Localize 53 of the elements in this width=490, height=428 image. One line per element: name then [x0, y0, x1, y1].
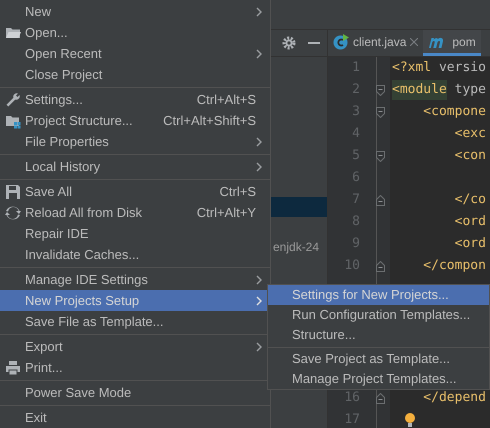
- menu-item[interactable]: Repair IDE: [0, 223, 270, 244]
- menu-item[interactable]: Local History: [0, 156, 270, 177]
- menu-item[interactable]: Invalidate Caches...: [0, 244, 270, 265]
- shortcut-label: Ctrl+Alt+S: [196, 90, 256, 109]
- code-text: </compon: [422, 257, 486, 276]
- settings-icon[interactable]: [282, 36, 296, 50]
- code-text: </co: [454, 191, 486, 210]
- code-text: <?xml: [392, 59, 432, 78]
- shortcut-label: Ctrl+S: [220, 182, 256, 201]
- menu-item[interactable]: Manage Project Templates...: [268, 369, 489, 389]
- code-text: <ord: [454, 235, 486, 254]
- lightbulb-icon[interactable]: [404, 413, 416, 427]
- menu-item[interactable]: Power Save Mode: [0, 382, 270, 403]
- code-text: <con: [454, 147, 486, 166]
- code-text: type: [454, 81, 486, 100]
- editor-tab[interactable]: client.java: [328, 30, 424, 56]
- fold-marker-icon[interactable]: [376, 84, 384, 96]
- fold-marker-icon[interactable]: [376, 150, 384, 162]
- tree-item-text: enjdk-24: [273, 239, 320, 256]
- menu-item[interactable]: Structure...: [268, 325, 489, 345]
- printer-icon: [4, 360, 20, 376]
- menu-item[interactable]: New: [0, 1, 270, 22]
- menu-item[interactable]: Run Configuration Templates...: [268, 305, 489, 325]
- shortcut-label: Ctrl+Alt+Y: [196, 204, 256, 222]
- menu-item[interactable]: Save Project as Template...: [268, 349, 489, 369]
- fold-marker-icon[interactable]: [376, 106, 384, 118]
- reload-icon: [4, 204, 20, 220]
- menu-item[interactable]: Settings for New Projects...: [268, 285, 489, 305]
- menu-item[interactable]: Open Recent: [0, 43, 270, 64]
- code-text: <module: [392, 80, 447, 100]
- menu-item[interactable]: Open...: [0, 22, 270, 43]
- menu-item[interactable]: Close Project: [0, 64, 270, 85]
- code-text: </depend: [422, 389, 486, 408]
- menu-item[interactable]: New Projects Setup: [0, 290, 270, 311]
- code-text: <exc: [454, 125, 486, 144]
- code-text: <ord: [454, 213, 486, 232]
- menu-item[interactable]: Settings... Ctrl+Alt+S: [0, 89, 270, 110]
- menu-item[interactable]: Save All Ctrl+S: [0, 181, 270, 202]
- menu-item[interactable]: Exit: [0, 407, 270, 428]
- code-text: versio: [438, 59, 486, 78]
- code-text: <compone: [422, 103, 486, 122]
- menu-item[interactable]: File Properties: [0, 131, 270, 152]
- wrench-icon: [4, 92, 20, 108]
- menu-item[interactable]: Reload All from Disk Ctrl+Alt+Y: [0, 202, 270, 223]
- menu-item[interactable]: Export: [0, 336, 270, 357]
- shortcut-label: Ctrl+Alt+Shift+S: [163, 112, 256, 130]
- menu-item[interactable]: Save File as Template...: [0, 311, 270, 332]
- menu-item[interactable]: Print...: [0, 357, 270, 378]
- close-icon[interactable]: [410, 38, 418, 46]
- class-file-icon: [333, 34, 349, 50]
- menu-item[interactable]: Project Structure... Ctrl+Alt+Shift+S: [0, 110, 270, 131]
- menu-item[interactable]: Manage IDE Settings: [0, 269, 270, 290]
- editor-tab[interactable]: pom: [423, 30, 481, 56]
